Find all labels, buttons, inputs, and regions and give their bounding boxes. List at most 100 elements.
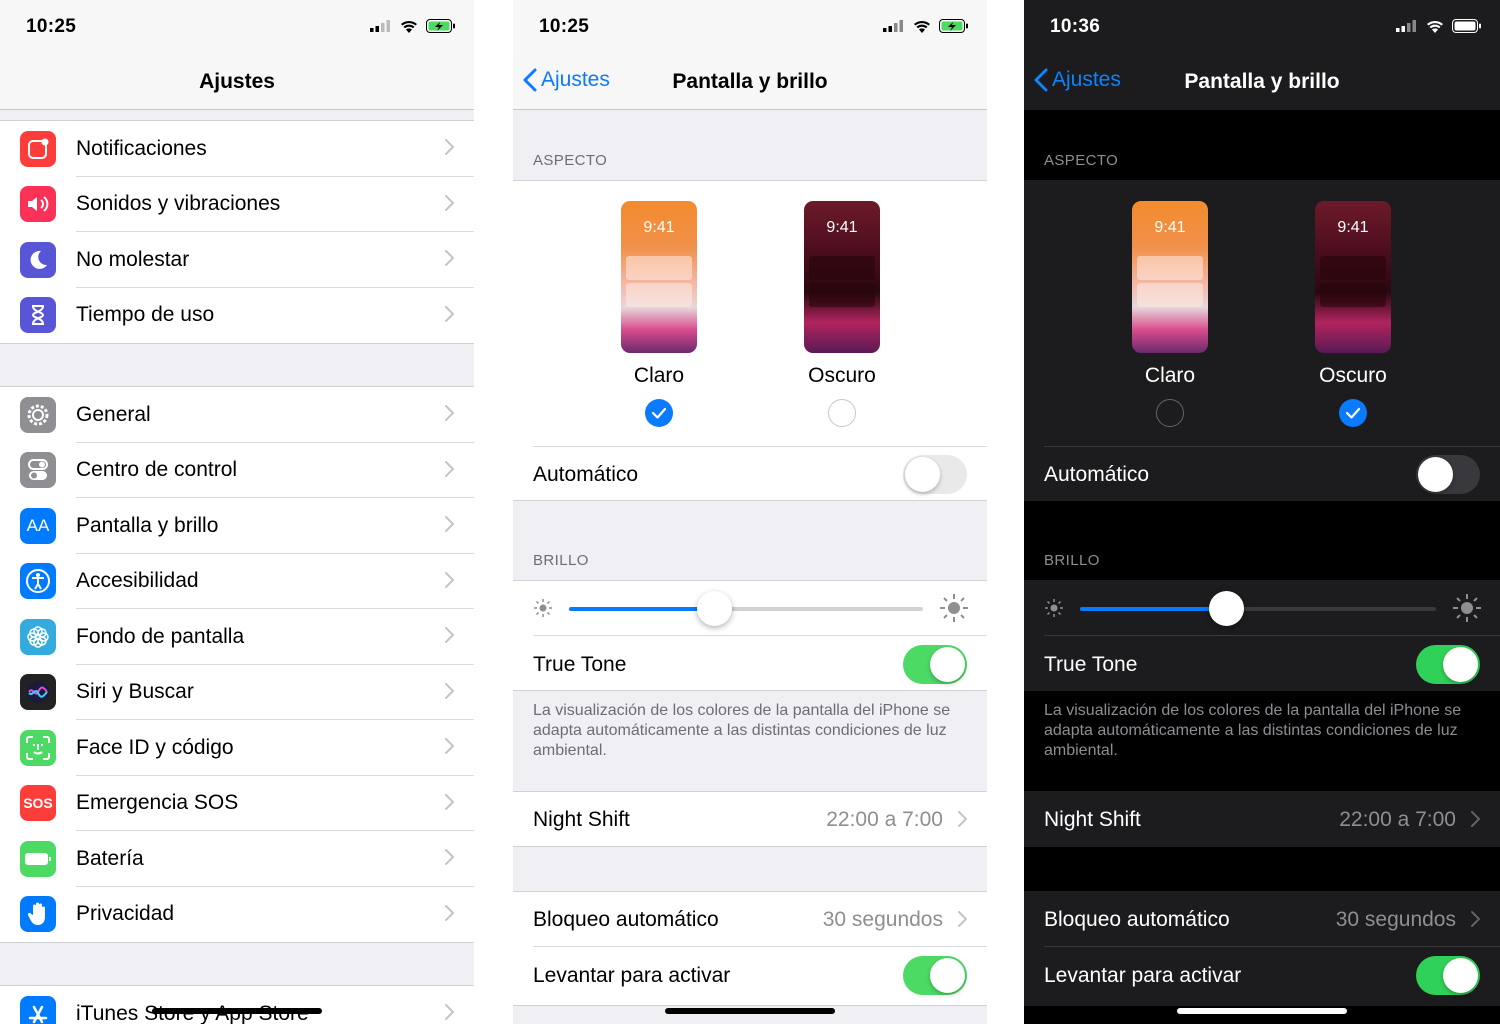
row-icon-badge	[20, 241, 56, 278]
light-mode-preview[interactable]: 9:41	[621, 201, 697, 353]
settings-row-text-size[interactable]: AA Pantalla y brillo	[0, 498, 474, 554]
wifi-icon	[1427, 20, 1443, 33]
settings-row-battery[interactable]: Batería	[0, 831, 474, 887]
nightshift-row[interactable]: Night Shift 22:00 a 7:00	[513, 792, 987, 847]
automatic-row: Automático	[1024, 447, 1500, 502]
preview-time: 9:41	[1337, 219, 1369, 236]
raise-to-wake-toggle[interactable]	[903, 956, 967, 995]
settings-row-siri[interactable]: Siri y Buscar	[0, 665, 474, 720]
appstore-icon	[25, 1001, 51, 1024]
toggles-icon	[27, 458, 49, 482]
dark-mode-preview[interactable]: 9:41	[1315, 201, 1391, 353]
home-indicator	[152, 1008, 322, 1014]
chevron-right-icon	[445, 305, 455, 322]
chevron-right-icon	[445, 516, 455, 532]
row-icon-badge	[20, 452, 56, 489]
raise-to-wake-row: Levantar para activar	[513, 948, 987, 1003]
brightness-row	[513, 581, 987, 636]
checkmark-icon	[1345, 407, 1361, 419]
row-icon-badge	[20, 130, 56, 167]
row-label: Face ID y código	[76, 735, 234, 759]
autolock-row[interactable]: Bloqueo automático 30 segundos	[1024, 892, 1500, 947]
row-icon-badge	[20, 297, 56, 334]
toggle-knob	[930, 647, 965, 682]
settings-row-sos[interactable]: SOS Emergencia SOS	[0, 776, 474, 831]
signal-icon	[1396, 20, 1416, 32]
settings-row-speaker[interactable]: Sonidos y vibraciones	[0, 177, 474, 232]
separator	[533, 946, 987, 947]
brightness-thumb[interactable]	[697, 591, 733, 626]
page-title: Pantalla y brillo	[1184, 70, 1340, 93]
toggle-knob	[1418, 457, 1453, 492]
page-title: Ajustes	[199, 70, 275, 93]
brightness-fill	[1080, 607, 1226, 611]
section-header-aspect: ASPECTO	[533, 152, 608, 169]
preview-notification	[809, 283, 875, 307]
wifi-icon	[401, 20, 417, 33]
light-mode-radio[interactable]	[1156, 399, 1184, 427]
settings-screen: 10:25 Ajustes Notificaciones Sonidos y v…	[0, 0, 474, 1024]
autolock-row[interactable]: Bloqueo automático 30 segundos	[513, 892, 987, 947]
section-header-brightness: BRILLO	[1044, 552, 1100, 569]
brightness-thumb[interactable]	[1208, 591, 1244, 626]
row-icon-badge	[20, 896, 56, 933]
sos-icon: SOS	[23, 795, 53, 812]
checkmark-icon	[651, 407, 667, 419]
settings-row-notifications[interactable]: Notificaciones	[0, 121, 474, 177]
chevron-right-icon	[445, 139, 455, 155]
sun-small-icon	[1045, 599, 1063, 617]
dark-mode-preview[interactable]: 9:41	[804, 201, 880, 353]
automatic-label: Automático	[1044, 462, 1150, 486]
brightness-slider[interactable]	[1080, 591, 1436, 626]
automatic-toggle[interactable]	[1416, 455, 1480, 494]
settings-row-accessibility[interactable]: Accesibilidad	[0, 554, 474, 609]
light-mode-preview[interactable]: 9:41	[1132, 201, 1208, 353]
chevron-right-icon	[1471, 811, 1481, 827]
row-icon-badge	[20, 396, 56, 433]
chevron-right-icon	[445, 682, 455, 699]
row-label: No molestar	[76, 247, 190, 271]
raise-to-wake-toggle[interactable]	[1416, 956, 1480, 995]
home-indicator	[665, 1008, 835, 1014]
row-label: Pantalla y brillo	[76, 513, 219, 537]
nightshift-row[interactable]: Night Shift 22:00 a 7:00	[1024, 792, 1500, 847]
truetone-toggle[interactable]	[1416, 645, 1480, 684]
truetone-label: True Tone	[533, 652, 627, 676]
toggle-knob	[1443, 647, 1478, 682]
settings-row-moon[interactable]: No molestar	[0, 232, 474, 288]
appearance-group: 9:41 9:41 Claro Oscuro Automático	[513, 180, 987, 501]
hourglass-icon	[28, 303, 48, 327]
brightness-slider[interactable]	[569, 591, 923, 626]
chevron-right-icon	[445, 571, 455, 588]
chevron-right-icon	[445, 738, 455, 754]
dark-mode-radio[interactable]	[1339, 399, 1367, 427]
dark-mode-radio[interactable]	[828, 399, 856, 427]
chevron-right-icon	[958, 911, 968, 927]
accessibility-icon	[25, 568, 51, 594]
section-header-aspect: ASPECTO	[1044, 152, 1119, 169]
text-size-icon: AA	[26, 515, 50, 535]
moon-icon	[26, 248, 50, 272]
settings-row-flower[interactable]: Fondo de pantalla	[0, 609, 474, 665]
preview-time: 9:41	[826, 219, 858, 236]
light-mode-label: Claro	[1144, 364, 1196, 387]
settings-row-hand[interactable]: Privacidad	[0, 887, 474, 943]
row-label: Siri y Buscar	[76, 680, 194, 704]
truetone-toggle[interactable]	[903, 645, 967, 684]
settings-row-faceid[interactable]: Face ID y código	[0, 720, 474, 776]
nightshift-label: Night Shift	[1044, 807, 1141, 831]
settings-row-toggles[interactable]: Centro de control	[0, 443, 474, 498]
raise-to-wake-label: Levantar para activar	[1044, 963, 1242, 987]
status-icons	[883, 19, 969, 33]
toggle-knob	[1443, 958, 1478, 993]
light-mode-radio[interactable]	[645, 399, 673, 427]
preview-notification	[1320, 256, 1386, 280]
settings-row-gear[interactable]: General	[0, 387, 474, 443]
row-label: Sonidos y vibraciones	[76, 192, 281, 216]
lock-group: Bloqueo automático 30 segundos Levantar …	[1024, 891, 1500, 1006]
automatic-toggle[interactable]	[903, 455, 967, 494]
section-header-brightness: BRILLO	[533, 552, 589, 569]
settings-row-hourglass[interactable]: Tiempo de uso	[0, 288, 474, 344]
settings-row-appstore[interactable]: iTunes Store y App Store	[0, 986, 474, 1024]
nav-bar: Ajustes	[0, 56, 474, 110]
